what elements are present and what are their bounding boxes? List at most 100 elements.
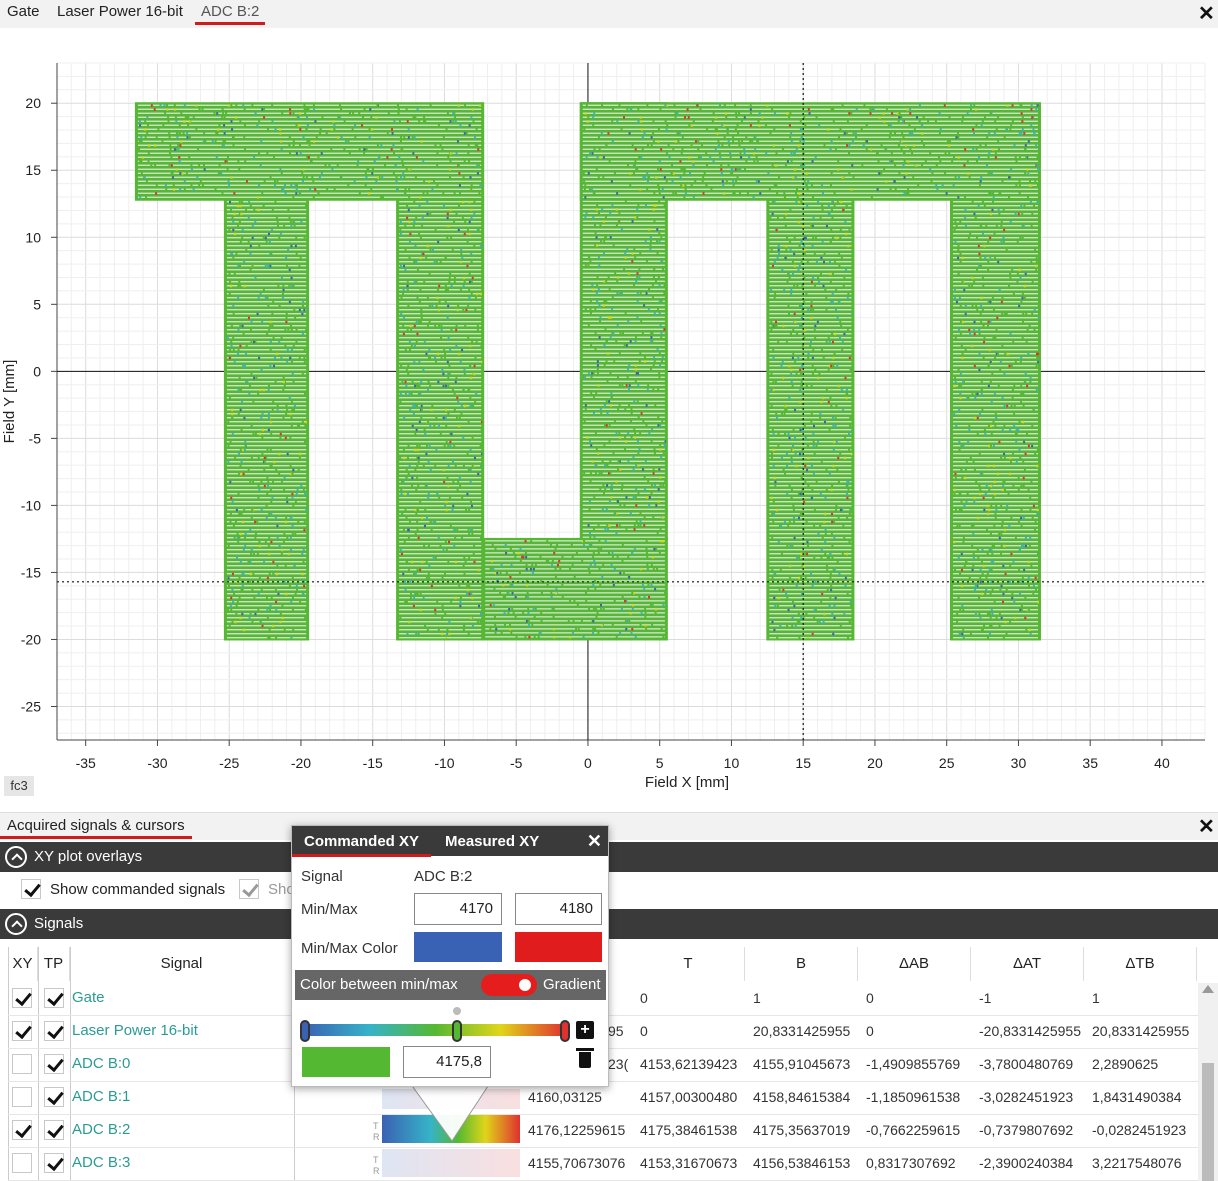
data-point xyxy=(978,596,981,600)
data-point xyxy=(1031,116,1034,119)
data-point xyxy=(591,284,594,287)
data-point xyxy=(303,360,306,364)
data-point xyxy=(609,236,612,239)
col-dat[interactable]: ΔAT xyxy=(971,947,1084,981)
tp-checkbox[interactable] xyxy=(44,1054,64,1074)
data-point xyxy=(392,172,395,175)
signals-header[interactable]: Signals xyxy=(0,909,1218,939)
data-point xyxy=(1011,268,1014,272)
data-point xyxy=(749,140,752,143)
xy-checkbox[interactable] xyxy=(12,1153,32,1173)
data-point xyxy=(301,172,304,175)
data-point xyxy=(643,356,646,359)
data-point xyxy=(788,364,791,368)
col-xy[interactable]: XY xyxy=(8,947,38,981)
col-dtb[interactable]: ΔTB xyxy=(1084,947,1197,981)
signal-name[interactable]: ADC B:0 xyxy=(72,1049,292,1079)
signal-name[interactable]: ADC B:3 xyxy=(72,1148,292,1178)
tp-checkbox[interactable] xyxy=(44,988,64,1008)
xy-checkbox[interactable] xyxy=(12,1087,32,1107)
data-point xyxy=(805,184,808,187)
xy-checkbox[interactable] xyxy=(12,1054,32,1074)
data-point xyxy=(400,364,403,368)
data-point xyxy=(592,551,595,555)
tp-checkbox[interactable] xyxy=(44,1120,64,1140)
data-point xyxy=(650,332,653,335)
data-point xyxy=(473,136,476,139)
data-point xyxy=(553,551,556,555)
signal-name[interactable]: ADC B:1 xyxy=(72,1082,292,1112)
col-dab[interactable]: ΔAB xyxy=(858,947,971,981)
data-point xyxy=(198,108,201,111)
data-point xyxy=(312,196,315,199)
data-point xyxy=(981,120,984,123)
xy-checkbox[interactable] xyxy=(12,1021,32,1041)
tab-gate[interactable]: Gate xyxy=(7,3,40,20)
xy-scatter-plot[interactable]: -35 -30 -25 -20 -15 -10 -5 0 5 10 15 20 25 30 35 402015… xyxy=(0,40,1218,800)
data-point xyxy=(962,608,965,612)
xy-checkbox[interactable] xyxy=(12,988,32,1008)
data-point xyxy=(990,624,993,628)
show-commanded-checkbox[interactable] xyxy=(21,879,41,899)
data-point xyxy=(419,236,422,240)
data-point xyxy=(298,192,301,195)
data-point xyxy=(847,488,850,492)
data-point xyxy=(447,484,450,488)
data-point xyxy=(889,132,892,135)
data-point xyxy=(791,444,794,448)
data-point xyxy=(1009,272,1012,276)
data-point xyxy=(292,112,295,115)
data-point xyxy=(652,468,655,471)
col-signal[interactable]: Signal xyxy=(70,947,294,981)
data-point xyxy=(811,632,814,636)
col-b[interactable]: B xyxy=(745,947,858,981)
data-point xyxy=(254,220,257,224)
data-point xyxy=(1037,360,1040,364)
data-point xyxy=(618,104,621,107)
data-point xyxy=(793,536,796,540)
close-document-icon[interactable]: ✕ xyxy=(1198,4,1215,24)
xy-overlays-header[interactable]: XY plot overlays xyxy=(0,842,1218,872)
col-t[interactable]: T xyxy=(632,947,745,981)
collapse-icon[interactable] xyxy=(5,913,27,935)
cell-b: 4158,84615384 xyxy=(753,1089,851,1105)
collapse-icon[interactable] xyxy=(5,846,27,868)
data-point xyxy=(274,380,277,384)
close-panel-icon[interactable]: ✕ xyxy=(1198,817,1215,837)
data-point xyxy=(660,456,663,459)
tab-adc-b2[interactable]: ADC B:2 xyxy=(194,3,266,25)
tp-checkbox[interactable] xyxy=(44,1021,64,1041)
col-tp[interactable]: TP xyxy=(38,947,70,981)
data-point xyxy=(994,516,997,520)
data-point xyxy=(975,480,978,484)
data-point xyxy=(771,324,774,328)
signal-name[interactable]: Laser Power 16-bit xyxy=(72,1016,292,1046)
data-point xyxy=(1021,576,1024,580)
data-point xyxy=(420,312,423,316)
data-point xyxy=(1013,384,1016,388)
data-point xyxy=(653,220,656,223)
data-point xyxy=(790,460,793,464)
data-point xyxy=(921,164,924,167)
data-point xyxy=(782,148,785,151)
data-point xyxy=(406,204,409,208)
tp-checkbox[interactable] xyxy=(44,1153,64,1173)
show-measured-checkbox[interactable] xyxy=(239,879,259,899)
signal-name[interactable]: Gate xyxy=(72,983,292,1013)
data-point xyxy=(797,144,800,147)
data-point xyxy=(455,344,458,348)
data-point xyxy=(295,492,298,496)
xy-checkbox[interactable] xyxy=(12,1120,32,1140)
data-point xyxy=(401,512,404,516)
data-point xyxy=(844,376,847,380)
signal-name[interactable]: ADC B:2 xyxy=(72,1115,292,1145)
data-point xyxy=(274,128,277,131)
tab-laser-power[interactable]: Laser Power 16-bit xyxy=(57,3,183,20)
tp-checkbox[interactable] xyxy=(44,1087,64,1107)
data-point xyxy=(157,128,160,131)
data-point xyxy=(952,184,955,187)
x-tick-label: 30 xyxy=(1011,755,1027,771)
tab-acquired-signals[interactable]: Acquired signals & cursors xyxy=(0,817,192,839)
data-point xyxy=(814,368,817,372)
data-point xyxy=(644,611,647,615)
